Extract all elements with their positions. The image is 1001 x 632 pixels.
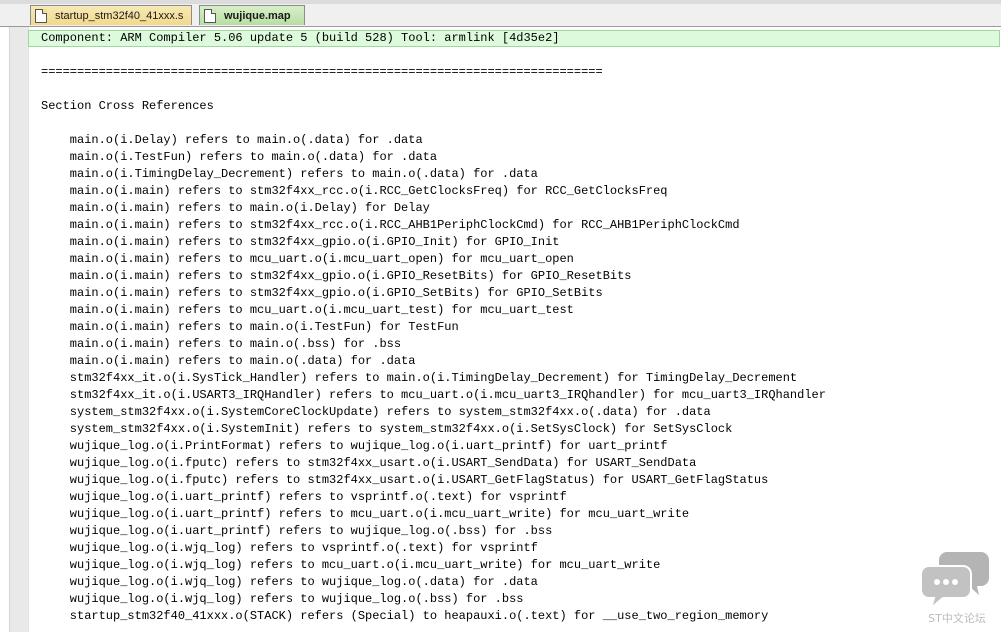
editor-line: main.o(i.main) refers to main.o(.bss) fo… bbox=[41, 337, 402, 351]
editor-line: main.o(i.main) refers to main.o(i.Delay)… bbox=[41, 201, 430, 215]
editor-line: wujique_log.o(i.uart_printf) refers to w… bbox=[41, 524, 553, 538]
editor-line: main.o(i.main) refers to mcu_uart.o(i.mc… bbox=[41, 252, 574, 266]
editor-line: main.o(i.main) refers to stm32f4xx_rcc.o… bbox=[41, 218, 740, 232]
editor-line: main.o(i.TimingDelay_Decrement) refers t… bbox=[41, 167, 538, 181]
tab-label: startup_stm32f40_41xxx.s bbox=[55, 9, 184, 22]
tab-bar-top-strip bbox=[0, 0, 1001, 4]
editor-line: wujique_log.o(i.wjq_log) refers to mcu_u… bbox=[41, 558, 661, 572]
text-editor[interactable]: Component: ARM Compiler 5.06 update 5 (b… bbox=[28, 27, 1001, 632]
document-icon bbox=[35, 8, 47, 23]
editor-line: main.o(i.main) refers to stm32f4xx_gpio.… bbox=[41, 269, 632, 283]
editor-line: wujique_log.o(i.wjq_log) refers to wujiq… bbox=[41, 592, 524, 606]
editor-line: main.o(i.main) refers to main.o(i.TestFu… bbox=[41, 320, 459, 334]
tab-map-file[interactable]: wujique.map bbox=[199, 5, 305, 25]
editor-line: main.o(i.main) refers to mcu_uart.o(i.mc… bbox=[41, 303, 574, 317]
editor-line: main.o(i.TestFun) refers to main.o(.data… bbox=[41, 150, 438, 164]
editor-line: wujique_log.o(i.wjq_log) refers to vspri… bbox=[41, 541, 538, 555]
editor-line: main.o(i.Delay) refers to main.o(.data) … bbox=[41, 133, 423, 147]
site-watermark: ST中文论坛 bbox=[920, 548, 993, 626]
editor-line: wujique_log.o(i.fputc) refers to stm32f4… bbox=[41, 456, 697, 470]
editor-gutter[interactable] bbox=[9, 27, 29, 632]
watermark-label: ST中文论坛 bbox=[928, 612, 986, 625]
editor-line: wujique_log.o(i.wjq_log) refers to wujiq… bbox=[41, 575, 538, 589]
editor-line: startup_stm32f40_41xxx.o(STACK) refers (… bbox=[41, 609, 769, 623]
editor-line: Section Cross References bbox=[41, 99, 214, 113]
editor-line: wujique_log.o(i.PrintFormat) refers to w… bbox=[41, 439, 668, 453]
window-left-border bbox=[0, 27, 9, 632]
editor-line-current: Component: ARM Compiler 5.06 update 5 (b… bbox=[28, 30, 1000, 47]
tab-label: wujique.map bbox=[224, 9, 291, 22]
tab-startup-file[interactable]: startup_stm32f40_41xxx.s bbox=[30, 5, 192, 25]
editor-line: stm32f4xx_it.o(i.SysTick_Handler) refers… bbox=[41, 371, 798, 385]
editor-line: wujique_log.o(i.uart_printf) refers to m… bbox=[41, 507, 690, 521]
document-icon bbox=[204, 8, 216, 23]
tab-bar: startup_stm32f40_41xxx.s wujique.map bbox=[0, 0, 1001, 27]
chat-bubbles-icon bbox=[920, 552, 989, 611]
editor-line: main.o(i.main) refers to stm32f4xx_gpio.… bbox=[41, 286, 603, 300]
editor-line: main.o(i.main) refers to main.o(.data) f… bbox=[41, 354, 416, 368]
editor-line: wujique_log.o(i.uart_printf) refers to v… bbox=[41, 490, 567, 504]
editor-line: system_stm32f4xx.o(i.SystemCoreClockUpda… bbox=[41, 405, 711, 419]
editor-line: system_stm32f4xx.o(i.SystemInit) refers … bbox=[41, 422, 733, 436]
editor-line: main.o(i.main) refers to stm32f4xx_gpio.… bbox=[41, 235, 560, 249]
editor-line: stm32f4xx_it.o(i.USART3_IRQHandler) refe… bbox=[41, 388, 826, 402]
editor-line: ========================================… bbox=[41, 65, 603, 79]
editor-line: main.o(i.main) refers to stm32f4xx_rcc.o… bbox=[41, 184, 668, 198]
editor-line: wujique_log.o(i.fputc) refers to stm32f4… bbox=[41, 473, 769, 487]
